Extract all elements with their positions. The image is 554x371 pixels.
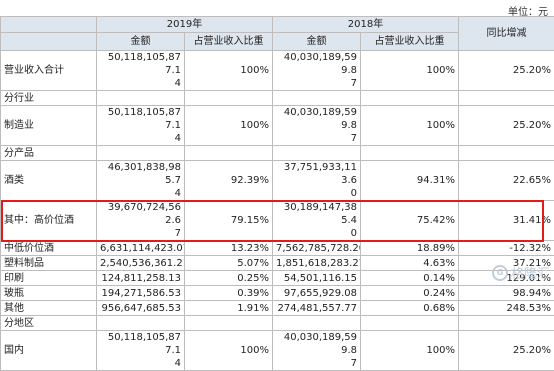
share-2018: 4.63% (361, 256, 459, 271)
share-2018: 100% (361, 51, 459, 91)
header-year-2018: 2018年 (273, 17, 459, 33)
table-row: 营业收入合计 50,118,105,877.14 100% 40,030,189… (1, 51, 554, 91)
amount-2018: 54,501,116.15 (273, 271, 361, 286)
table-row: 国内 50,118,105,877.14 100% 40,030,189,599… (1, 331, 554, 371)
amount-2018: 7,562,785,728.20 (273, 241, 361, 256)
amount-2018: 40,030,189,599.87 (276, 51, 357, 90)
amount-2018: 30,189,147,385.40 (276, 201, 357, 240)
row-label: 其中：高价位酒 (1, 201, 97, 241)
share-2019: 1.91% (185, 301, 273, 316)
amount-2018: 40,030,189,599.87 (276, 331, 357, 370)
amount-2019: 50,118,105,877.14 (100, 51, 181, 90)
revenue-table: 2019年 2018年 同比增减 金额 占营业收入比重 金额 占营业收入比重 营… (0, 16, 554, 371)
share-2018: 75.42% (361, 201, 459, 241)
share-2019: 100% (185, 331, 273, 371)
share-2019: 100% (185, 51, 273, 91)
header-amount-2019: 金额 (97, 33, 185, 51)
share-2018: 0.24% (361, 286, 459, 301)
row-label: 印刷 (1, 271, 97, 286)
share-2019: 0.25% (185, 271, 273, 286)
row-label: 塑料制品 (1, 256, 97, 271)
yoy-change: 25.20% (459, 51, 554, 91)
section-label: 分产品 (1, 146, 97, 161)
table-row: 制造业 50,118,105,877.14 100% 40,030,189,59… (1, 106, 554, 146)
share-2018: 0.68% (361, 301, 459, 316)
header-blank (1, 17, 97, 33)
amount-2019: 50,118,105,877.14 (100, 331, 181, 370)
amount-2019: 956,647,685.53 (97, 301, 185, 316)
share-2018: 100% (361, 106, 459, 146)
watermark-logo-icon: G (492, 265, 508, 281)
yoy-change: 98.94% (459, 286, 554, 301)
amount-2019: 39,670,724,562.67 (100, 201, 181, 240)
section-row: 分行业 (1, 91, 554, 106)
amount-2019: 46,301,838,985.74 (100, 161, 181, 200)
section-label: 分地区 (1, 316, 97, 331)
table-row: 酒类 46,301,838,985.74 92.39% 37,751,933,1… (1, 161, 554, 201)
yoy-change: -12.32% (459, 241, 554, 256)
table-row: 印刷 124,811,258.13 0.25% 54,501,116.15 0.… (1, 271, 554, 286)
share-2019: 100% (185, 106, 273, 146)
row-label: 玻瓶 (1, 286, 97, 301)
row-label: 国内 (1, 331, 97, 371)
share-2018: 0.14% (361, 271, 459, 286)
table-row-highlighted: 其中：高价位酒 39,670,724,562.67 79.15% 30,189,… (1, 201, 554, 241)
share-2019: 0.39% (185, 286, 273, 301)
amount-2019: 194,271,586.53 (97, 286, 185, 301)
share-2018: 18.89% (361, 241, 459, 256)
share-2018: 94.31% (361, 161, 459, 201)
row-label: 营业收入合计 (1, 51, 97, 91)
amount-2018: 1,851,618,283.27 (273, 256, 361, 271)
amount-2019: 2,540,536,361.21 (97, 256, 185, 271)
section-row: 分产品 (1, 146, 554, 161)
header-amount-2018: 金额 (273, 33, 361, 51)
row-label: 其他 (1, 301, 97, 316)
watermark: G 格隆汇 (492, 263, 550, 282)
share-2019: 92.39% (185, 161, 273, 201)
header-share-2019: 占营业收入比重 (185, 33, 273, 51)
row-label: 中低价位酒 (1, 241, 97, 256)
header-blank-2 (1, 33, 97, 51)
section-label: 分行业 (1, 91, 97, 106)
share-2019: 13.23% (185, 241, 273, 256)
section-row: 分地区 (1, 316, 554, 331)
amount-2018: 274,481,557.77 (273, 301, 361, 316)
table-row: 中低价位酒 6,631,114,423.07 13.23% 7,562,785,… (1, 241, 554, 256)
header-yoy: 同比增减 (459, 17, 554, 51)
yoy-change: 22.65% (459, 161, 554, 201)
yoy-change: 31.41% (459, 201, 554, 241)
amount-2019: 124,811,258.13 (97, 271, 185, 286)
row-label: 酒类 (1, 161, 97, 201)
amount-2019: 6,631,114,423.07 (97, 241, 185, 256)
share-2019: 79.15% (185, 201, 273, 241)
yoy-change: 25.20% (459, 106, 554, 146)
table-row: 塑料制品 2,540,536,361.21 5.07% 1,851,618,28… (1, 256, 554, 271)
amount-2018: 97,655,929.08 (273, 286, 361, 301)
share-2019: 5.07% (185, 256, 273, 271)
table-row: 其他 956,647,685.53 1.91% 274,481,557.77 0… (1, 301, 554, 316)
amount-2018: 37,751,933,113.60 (276, 161, 357, 200)
amount-2019: 50,118,105,877.14 (100, 106, 181, 145)
header-share-2018: 占营业收入比重 (361, 33, 459, 51)
row-label: 制造业 (1, 106, 97, 146)
amount-2018: 40,030,189,599.87 (276, 106, 357, 145)
table-row: 玻瓶 194,271,586.53 0.39% 97,655,929.08 0.… (1, 286, 554, 301)
header-year-2019: 2019年 (97, 17, 273, 33)
yoy-change: 25.20% (459, 331, 554, 371)
share-2018: 100% (361, 331, 459, 371)
watermark-text: 格隆汇 (511, 263, 550, 282)
yoy-change: 248.53% (459, 301, 554, 316)
